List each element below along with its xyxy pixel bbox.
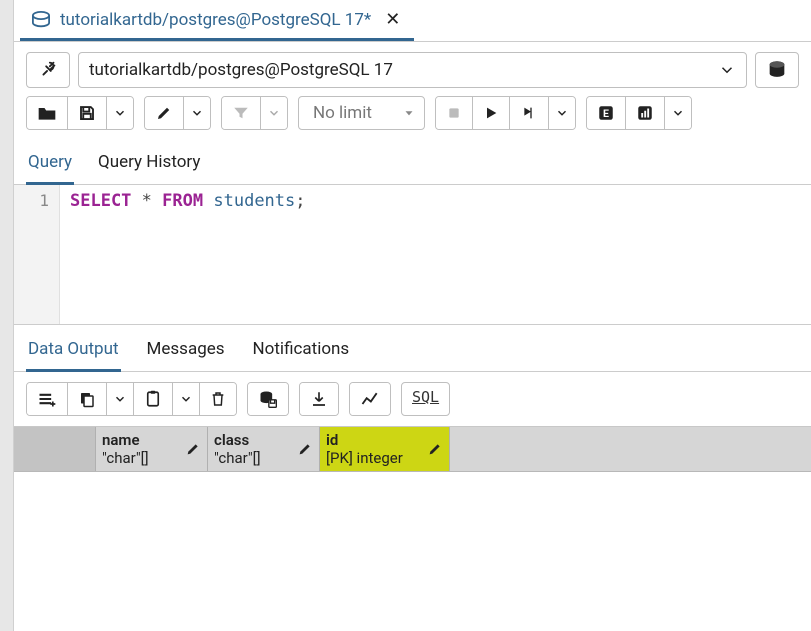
row-limit-select[interactable]: No limit (298, 96, 425, 130)
pencil-icon[interactable] (427, 441, 443, 457)
trash-icon (210, 390, 226, 408)
connection-value: tutorialkartdb/postgres@PostgreSQL 17 (89, 60, 393, 80)
chevron-down-icon (555, 106, 569, 120)
row-limit-value: No limit (313, 103, 372, 123)
output-toolbar: SQL (14, 372, 811, 426)
plug-icon (37, 59, 59, 81)
column-type-label: [PK] integer (326, 449, 403, 467)
chevron-down-icon (267, 106, 281, 120)
save-menu-button[interactable] (107, 97, 133, 129)
connection-status-button[interactable] (26, 52, 70, 88)
save-button[interactable] (68, 97, 107, 129)
chevron-down-icon (179, 392, 193, 406)
file-tab[interactable]: tutorialkartdb/postgres@PostgreSQL 17* ✕ (20, 0, 414, 41)
graph-visualizer-button[interactable] (350, 383, 390, 415)
column-header-name[interactable]: name "char"[] (96, 427, 208, 471)
sql-button[interactable]: SQL (401, 382, 450, 416)
database-icon (30, 11, 52, 29)
save-data-button[interactable] (248, 383, 288, 415)
result-grid: name "char"[] class "char"[] id [PK] (14, 426, 811, 472)
triangle-down-icon (402, 106, 416, 120)
chevron-down-icon (671, 106, 685, 120)
connection-select[interactable]: tutorialkartdb/postgres@PostgreSQL 17 (78, 52, 747, 88)
chevron-down-icon (113, 106, 127, 120)
output-tabs: Data Output Messages Notifications (14, 325, 811, 372)
database-save-icon (258, 389, 278, 409)
paste-menu-button[interactable] (173, 383, 200, 415)
play-icon (483, 105, 499, 121)
line-chart-icon (360, 390, 380, 408)
save-icon (78, 104, 96, 122)
tab-strip: tutorialkartdb/postgres@PostgreSQL 17* ✕ (14, 0, 811, 42)
delete-button[interactable] (200, 383, 236, 415)
column-type-label: "char"[] (102, 449, 149, 467)
tab-query-history[interactable]: Query History (96, 146, 202, 184)
rows-plus-icon (37, 390, 57, 408)
add-row-button[interactable] (27, 383, 68, 415)
sql-editor[interactable]: 1 SELECT * FROM students; (14, 185, 811, 325)
tab-messages[interactable]: Messages (145, 333, 227, 371)
clipboard-icon (144, 389, 162, 409)
grid-header-row: name "char"[] class "char"[] id [PK] (14, 427, 811, 472)
filter-menu-button[interactable] (261, 97, 287, 129)
editor-gutter: 1 (14, 185, 60, 324)
chevron-down-icon (113, 392, 127, 406)
tab-data-output[interactable]: Data Output (26, 333, 121, 372)
paste-button[interactable] (134, 383, 173, 415)
filter-icon (232, 104, 250, 122)
e-box-icon: E (597, 104, 615, 122)
edit-menu-button[interactable] (184, 97, 210, 129)
side-handle[interactable] (0, 0, 14, 631)
svg-text:E: E (603, 107, 609, 120)
play-cursor-icon (520, 105, 538, 121)
pencil-icon[interactable] (297, 441, 313, 457)
chevron-down-icon (718, 61, 736, 79)
database-icon (766, 59, 788, 81)
folder-icon (37, 104, 57, 122)
copy-menu-button[interactable] (107, 383, 134, 415)
open-file-button[interactable] (27, 97, 68, 129)
editor-tabs: Query Query History (14, 140, 811, 185)
column-name-label: name (102, 431, 149, 449)
explain-button[interactable] (510, 97, 549, 129)
column-type-label: "char"[] (214, 449, 261, 467)
explain-analyze-button[interactable]: E (587, 97, 626, 129)
column-header-class[interactable]: class "char"[] (208, 427, 320, 471)
edit-button[interactable] (145, 97, 184, 129)
main-toolbar: No limit E (14, 96, 811, 140)
row-number-header[interactable] (14, 427, 96, 471)
stop-icon (446, 105, 462, 121)
pencil-icon (155, 104, 173, 122)
stop-button[interactable] (436, 97, 473, 129)
column-name-label: class (214, 431, 261, 449)
line-number: 1 (14, 191, 49, 210)
execute-menu-button[interactable] (549, 97, 575, 129)
file-tab-title: tutorialkartdb/postgres@PostgreSQL 17* (60, 10, 371, 30)
copy-button[interactable] (68, 383, 107, 415)
chevron-down-icon (190, 106, 204, 120)
column-name-label: id (326, 431, 403, 449)
close-icon[interactable]: ✕ (385, 11, 400, 29)
copy-icon (78, 390, 96, 408)
new-connection-button[interactable] (755, 52, 799, 88)
chart-bar-icon (636, 104, 654, 122)
download-button[interactable] (300, 383, 338, 415)
explain-options-button[interactable] (626, 97, 665, 129)
tab-notifications[interactable]: Notifications (251, 333, 352, 371)
execute-button[interactable] (473, 97, 510, 129)
editor-content[interactable]: SELECT * FROM students; (60, 185, 811, 324)
filter-button[interactable] (222, 97, 261, 129)
explain-menu-button[interactable] (665, 97, 691, 129)
tab-query[interactable]: Query (26, 146, 74, 185)
pencil-icon[interactable] (185, 441, 201, 457)
download-icon (310, 390, 328, 408)
column-header-id[interactable]: id [PK] integer (320, 427, 450, 471)
